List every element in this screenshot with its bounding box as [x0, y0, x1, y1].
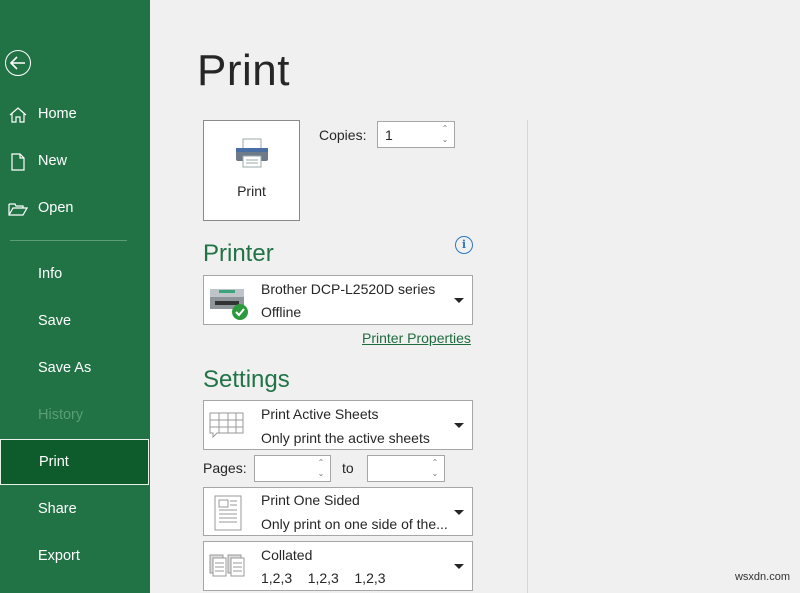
nav-save-as[interactable]: Save As: [0, 349, 150, 387]
nav-info[interactable]: Info: [0, 255, 150, 293]
back-button[interactable]: [5, 50, 31, 76]
folder-open-icon: [8, 203, 28, 216]
printer-status: Offline: [261, 304, 302, 320]
nav-label: Export: [38, 548, 80, 564]
new-document-icon: [11, 153, 25, 171]
nav-save[interactable]: Save: [0, 302, 150, 340]
nav-new[interactable]: New: [0, 142, 150, 180]
chevron-up-icon[interactable]: ⌃: [316, 457, 326, 468]
print-what-title: Print Active Sheets: [261, 406, 379, 422]
page-title: Print: [197, 46, 290, 95]
nav-label: History: [38, 407, 84, 423]
backstage-sidebar: Home New Open Info Save Save As History …: [0, 0, 150, 593]
print-what-subtitle: Only print the active sheets: [261, 430, 430, 446]
caret-down-icon: [454, 564, 464, 569]
back-arrow-icon: [10, 56, 25, 70]
print-button[interactable]: Print: [203, 120, 300, 221]
copies-input[interactable]: 1 ⌃ ⌄: [377, 121, 455, 148]
printer-status-icon: [210, 289, 248, 320]
nav-label: Open: [38, 200, 74, 216]
caret-down-icon: [454, 510, 464, 515]
preview-divider: [527, 120, 528, 593]
nav-label: Info: [38, 266, 63, 282]
chevron-down-icon[interactable]: ⌄: [440, 134, 450, 145]
one-sided-page-icon: [214, 495, 242, 531]
chevron-down-icon[interactable]: ⌄: [430, 468, 440, 479]
collated-icon: [209, 554, 245, 577]
printer-properties-link[interactable]: Printer Properties: [362, 330, 471, 346]
home-icon: [9, 107, 27, 123]
pages-from-input[interactable]: ⌃ ⌄: [254, 455, 331, 482]
nav-divider: [10, 240, 127, 241]
watermark: wsxdn.com: [734, 571, 790, 583]
sheet-grid-icon: [209, 412, 244, 439]
nav-label: Home: [38, 106, 77, 122]
settings-section-title: Settings: [203, 366, 290, 393]
print-what-dropdown[interactable]: Print Active Sheets Only print the activ…: [203, 400, 473, 450]
sides-title: Print One Sided: [261, 492, 360, 508]
print-button-label: Print: [237, 183, 266, 199]
chevron-up-icon[interactable]: ⌃: [440, 123, 450, 134]
nav-label: Print: [39, 454, 69, 470]
pages-to-input[interactable]: ⌃ ⌄: [367, 455, 445, 482]
nav-label: Save As: [38, 360, 92, 376]
nav-home[interactable]: Home: [0, 95, 150, 133]
pages-from-spinner[interactable]: ⌃ ⌄: [316, 457, 326, 479]
printer-name: Brother DCP-L2520D series: [261, 281, 436, 297]
caret-down-icon: [454, 298, 464, 303]
nav-history: History: [0, 396, 150, 434]
copies-spinner[interactable]: ⌃ ⌄: [440, 123, 450, 145]
copies-value: 1: [385, 127, 393, 143]
printer-icon: [236, 138, 268, 168]
nav-share[interactable]: Share: [0, 490, 150, 528]
printer-dropdown[interactable]: Brother DCP-L2520D series Offline: [203, 275, 473, 325]
nav-open[interactable]: Open: [0, 189, 150, 227]
pages-label: Pages:: [203, 460, 247, 476]
nav-export[interactable]: Export: [0, 537, 150, 575]
copies-label: Copies:: [319, 127, 367, 143]
sides-dropdown[interactable]: Print One Sided Only print on one side o…: [203, 487, 473, 536]
chevron-down-icon[interactable]: ⌄: [316, 468, 326, 479]
nav-print[interactable]: Print: [0, 439, 149, 485]
nav-label: Share: [38, 501, 77, 517]
collation-subtitle: 1,2,3 1,2,3 1,2,3: [261, 570, 386, 586]
info-icon[interactable]: i: [455, 236, 473, 254]
printer-section-title: Printer: [203, 240, 274, 267]
chevron-up-icon[interactable]: ⌃: [430, 457, 440, 468]
caret-down-icon: [454, 423, 464, 428]
nav-label: New: [38, 153, 68, 169]
sides-subtitle: Only print on one side of the...: [261, 516, 448, 532]
collation-dropdown[interactable]: Collated 1,2,3 1,2,3 1,2,3: [203, 541, 473, 591]
nav-label: Save: [38, 313, 72, 329]
pages-to-spinner[interactable]: ⌃ ⌄: [430, 457, 440, 479]
pages-to-label: to: [342, 460, 354, 476]
collation-title: Collated: [261, 547, 313, 563]
